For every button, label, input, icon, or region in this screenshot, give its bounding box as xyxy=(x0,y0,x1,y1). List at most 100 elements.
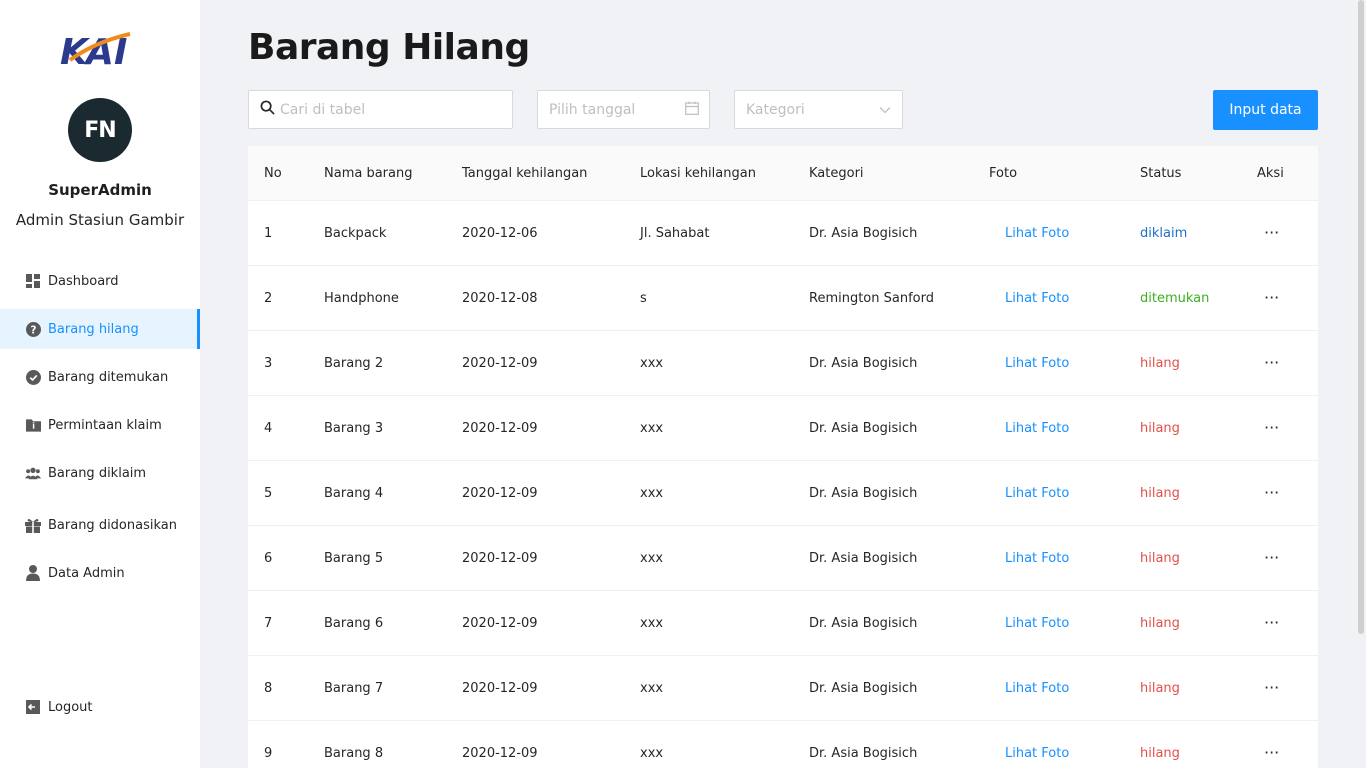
table-row: 2 Handphone 2020-12-08 s Remington Sanford Li… xyxy=(248,266,1318,331)
more-actions-icon[interactable]: ··· xyxy=(1264,461,1279,525)
page-scrollbar[interactable] xyxy=(1358,0,1364,634)
sidebar-item-barang-hilang[interactable]: ? Barang hilang xyxy=(0,309,200,349)
table-body: 1 Backpack 2020-12-06 Jl. Sahabat Dr. Asia B… xyxy=(248,201,1318,768)
page-title: Barang Hilang xyxy=(248,27,530,68)
cell-tanggal: 2020-12-09 xyxy=(462,550,538,566)
cell-lokasi: xxx xyxy=(640,550,664,566)
cell-nama-barang: Barang 2 xyxy=(324,355,384,371)
sidebar-item-label: Permintaan klaim xyxy=(48,417,162,433)
category-select[interactable]: Kategori xyxy=(734,90,903,129)
more-actions-icon[interactable]: ··· xyxy=(1264,331,1279,395)
cell-lokasi: xxx xyxy=(640,355,664,371)
sidebar-item-barang-diklaim[interactable]: Barang diklaim xyxy=(0,453,200,493)
sidebar: K A I FN SuperAdmin Admin Stasiun Gambir… xyxy=(0,0,200,768)
cell-lokasi: xxx xyxy=(640,680,664,696)
cell-lokasi: xxx xyxy=(640,485,664,501)
cell-nama-barang: Barang 3 xyxy=(324,420,384,436)
sidebar-item-permintaan-klaim[interactable]: Permintaan klaim xyxy=(0,405,200,445)
search-icon xyxy=(260,100,275,119)
column-header[interactable]: Lokasi kehilangan xyxy=(640,146,756,200)
chevron-down-icon xyxy=(879,102,891,118)
logout-icon xyxy=(25,699,41,715)
cell-no: 1 xyxy=(264,225,273,241)
date-input[interactable] xyxy=(549,101,679,118)
column-header[interactable]: No xyxy=(264,146,282,200)
calendar-icon xyxy=(685,100,699,119)
lihat-foto-link[interactable]: Lihat Foto xyxy=(1005,331,1069,395)
table-row: 5 Barang 4 2020-12-09 xxx Dr. Asia Bogisich L… xyxy=(248,461,1318,526)
logout-button[interactable]: Logout xyxy=(0,687,200,727)
lihat-foto-link[interactable]: Lihat Foto xyxy=(1005,461,1069,525)
lihat-foto-link[interactable]: Lihat Foto xyxy=(1005,591,1069,655)
cell-no: 3 xyxy=(264,355,273,371)
sidebar-item-data-admin[interactable]: Data Admin xyxy=(0,553,200,593)
more-actions-icon[interactable]: ··· xyxy=(1264,526,1279,590)
sidebar-item-barang-ditemukan[interactable]: Barang ditemukan xyxy=(0,357,200,397)
cell-kategori: Dr. Asia Bogisich xyxy=(809,745,918,761)
lihat-foto-link[interactable]: Lihat Foto xyxy=(1005,721,1069,768)
cell-no: 5 xyxy=(264,485,273,501)
user-role: Admin Stasiun Gambir xyxy=(15,211,185,229)
logout-label: Logout xyxy=(48,699,93,715)
table-header: No Nama barang Tanggal kehilangan Lokasi… xyxy=(248,146,1318,201)
more-actions-icon[interactable]: ··· xyxy=(1264,656,1279,720)
user-icon xyxy=(25,565,41,581)
user-name: SuperAdmin xyxy=(48,181,152,199)
dashboard-icon xyxy=(25,273,41,289)
cell-nama-barang: Barang 4 xyxy=(324,485,384,501)
more-actions-icon[interactable]: ··· xyxy=(1264,591,1279,655)
avatar-initials: FN xyxy=(84,117,116,143)
team-icon xyxy=(25,465,41,481)
cell-kategori: Dr. Asia Bogisich xyxy=(809,355,918,371)
status-text: hilang xyxy=(1140,680,1180,696)
column-header[interactable]: Foto xyxy=(989,146,1017,200)
cell-tanggal: 2020-12-09 xyxy=(462,615,538,631)
lihat-foto-link[interactable]: Lihat Foto xyxy=(1005,201,1069,265)
cell-nama-barang: Barang 8 xyxy=(324,745,384,761)
column-header[interactable]: Nama barang xyxy=(324,146,412,200)
question-circle-icon: ? xyxy=(25,321,41,337)
cell-no: 6 xyxy=(264,550,273,566)
lihat-foto-link[interactable]: Lihat Foto xyxy=(1005,396,1069,460)
status-text: ditemukan xyxy=(1140,290,1210,306)
lihat-foto-link[interactable]: Lihat Foto xyxy=(1005,526,1069,590)
cell-tanggal: 2020-12-06 xyxy=(462,225,538,241)
cell-lokasi: Jl. Sahabat xyxy=(640,225,710,241)
lihat-foto-link[interactable]: Lihat Foto xyxy=(1005,656,1069,720)
cell-kategori: Dr. Asia Bogisich xyxy=(809,680,918,696)
cell-nama-barang: Handphone xyxy=(324,290,399,306)
more-actions-icon[interactable]: ··· xyxy=(1264,396,1279,460)
search-box[interactable] xyxy=(248,90,513,129)
column-header[interactable]: Aksi xyxy=(1257,146,1284,200)
folder-info-icon xyxy=(25,417,41,433)
input-data-button[interactable]: Input data xyxy=(1213,90,1318,130)
table-row: 6 Barang 5 2020-12-09 xxx Dr. Asia Bogisich L… xyxy=(248,526,1318,591)
sidebar-item-label: Barang ditemukan xyxy=(48,369,169,385)
cell-no: 7 xyxy=(264,615,273,631)
lihat-foto-link[interactable]: Lihat Foto xyxy=(1005,266,1069,330)
status-text: diklaim xyxy=(1140,225,1188,241)
table-row: 8 Barang 7 2020-12-09 xxx Dr. Asia Bogisich L… xyxy=(248,656,1318,721)
cell-tanggal: 2020-12-09 xyxy=(462,420,538,436)
sidebar-item-dashboard[interactable]: Dashboard xyxy=(0,261,200,301)
cell-lokasi: xxx xyxy=(640,420,664,436)
date-picker[interactable] xyxy=(537,90,710,129)
more-actions-icon[interactable]: ··· xyxy=(1264,201,1279,265)
sidebar-item-barang-didonasikan[interactable]: Barang didonasikan xyxy=(0,505,200,545)
more-actions-icon[interactable]: ··· xyxy=(1264,266,1279,330)
column-header[interactable]: Status xyxy=(1140,146,1181,200)
table-row: 4 Barang 3 2020-12-09 xxx Dr. Asia Bogisich L… xyxy=(248,396,1318,461)
column-header[interactable]: Kategori xyxy=(809,146,864,200)
cell-tanggal: 2020-12-09 xyxy=(462,355,538,371)
svg-text:?: ? xyxy=(30,324,36,336)
more-actions-icon[interactable]: ··· xyxy=(1264,721,1279,768)
cell-kategori: Dr. Asia Bogisich xyxy=(809,615,918,631)
status-text: hilang xyxy=(1140,485,1180,501)
column-header[interactable]: Tanggal kehilangan xyxy=(462,146,587,200)
avatar[interactable]: FN xyxy=(68,98,132,162)
status-text: hilang xyxy=(1140,615,1180,631)
search-input[interactable] xyxy=(280,101,500,118)
cell-no: 4 xyxy=(264,420,273,436)
cell-nama-barang: Barang 7 xyxy=(324,680,384,696)
cell-kategori: Dr. Asia Bogisich xyxy=(809,550,918,566)
